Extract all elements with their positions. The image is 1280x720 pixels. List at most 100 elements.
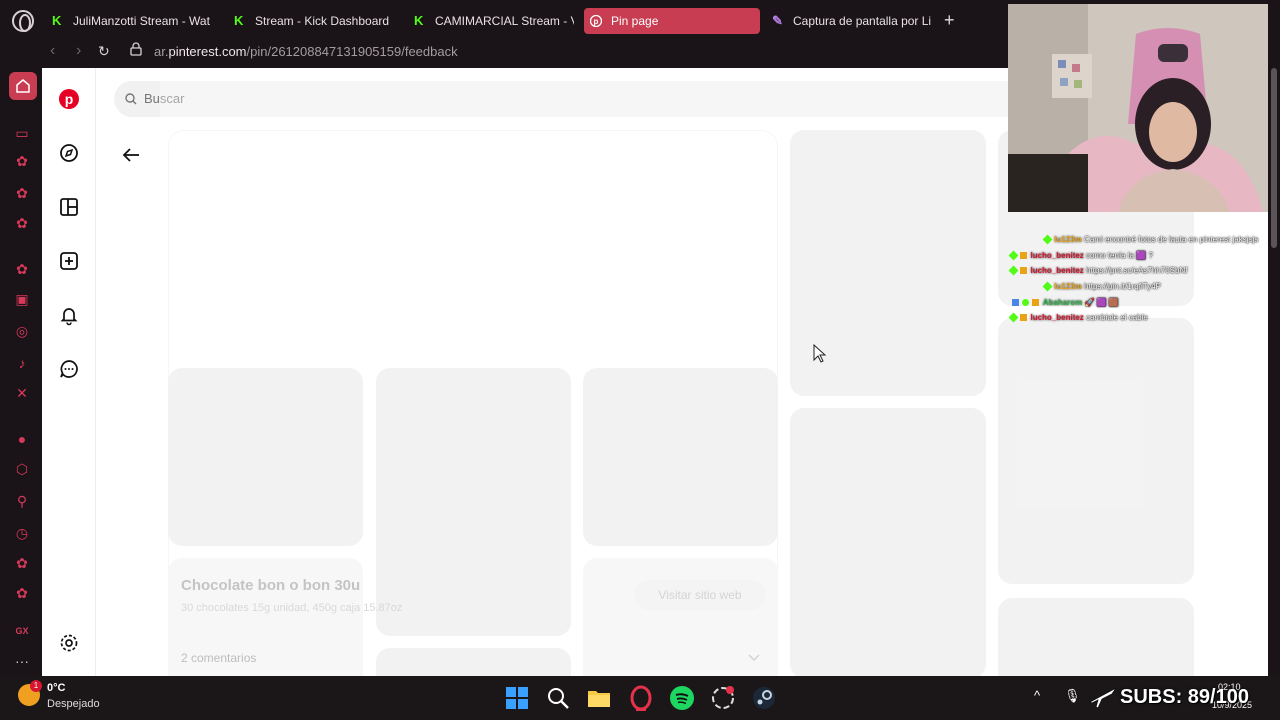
chat-text: Cami encontré fotos de lauta en pinteres… [1084,235,1259,244]
tab-julimanzotti[interactable]: K JuliManzotti Stream - Wat [46,8,216,34]
airplane-logo-icon [1088,682,1118,712]
back-arrow-icon[interactable] [120,144,142,166]
pinterest-icon: p [589,14,603,28]
x-icon[interactable]: ✕ [13,384,31,402]
opera-logo-icon[interactable] [12,10,34,32]
chatgpt-icon[interactable]: ✿ [13,184,31,202]
badge-icon [1032,299,1040,307]
pinterest-logo-icon[interactable]: p [58,88,80,110]
chat-text: cambiale el cable [1086,313,1148,322]
gamepad-icon[interactable]: ▭ [13,124,31,142]
chat-text: https://pin.it/1rqfiTy4P [1084,282,1161,291]
url-field[interactable]: ar.pinterest.com/pin/261208847131905159/… [154,44,458,59]
weather-condition[interactable]: Despejado [47,698,100,710]
scrollbar[interactable] [1268,68,1280,676]
badge-icon [1020,267,1028,275]
tab-label: CAMIMARCIAL Stream - V [435,14,574,28]
chatgpt-icon[interactable] [710,685,736,711]
pen-icon: ✎ [772,13,783,28]
tab-kick-dashboard[interactable]: K Stream - Kick Dashboard [228,8,398,34]
badge-icon [1012,299,1019,307]
chat-message: lucho_benitez cambiale el cable [1008,312,1148,324]
kick-icon: K [234,13,244,28]
more-icon[interactable]: ··· [13,652,31,670]
placeholder-card [376,368,571,636]
search-icon [125,93,137,105]
comments-count[interactable]: 2 comentarios [181,651,256,665]
boards-icon[interactable] [58,196,80,218]
record-icon[interactable]: ● [13,430,31,448]
chat-username: Abaharom [1042,298,1083,307]
windows-start-icon[interactable] [504,685,530,711]
lock-icon[interactable] [130,42,142,61]
messages-icon[interactable] [58,358,80,380]
hexagon-icon[interactable]: ⬡ [13,460,31,478]
pinterest-nav: p [42,68,96,676]
explore-icon[interactable] [58,142,80,164]
notifications-icon[interactable] [58,304,80,326]
tab-label: JuliManzotti Stream - Wat [73,14,210,28]
subs-counter: SUBS: 89/100 [1120,686,1249,708]
chatgpt-icon[interactable]: ✿ [13,260,31,278]
pin-description: 30 chocolates 15g unidad, 450g caja 15.8… [181,602,403,614]
weather-temp[interactable]: 0°C [47,682,65,694]
scrollbar-thumb[interactable] [1271,68,1277,248]
placeholder-card [998,318,1194,584]
tab-pin-page[interactable]: p Pin page [584,8,760,34]
back-icon[interactable]: ‹ [50,42,55,60]
spotify-icon[interactable] [669,685,695,711]
search-icon[interactable] [545,685,571,711]
tab-label: Pin page [611,14,659,28]
badge-icon [1042,234,1053,245]
badge-icon [1008,265,1019,276]
chat-username: lucho_benitez [1030,313,1084,322]
chevron-down-icon[interactable] [748,654,760,662]
gx-icon[interactable]: GX [13,622,31,640]
pin-title: Chocolate bon o bon 30u [181,577,361,594]
tab-label: Stream - Kick Dashboard [255,14,390,28]
badge-icon [1008,312,1019,323]
forward-icon[interactable]: › [76,42,81,60]
taskbar: 1 0°C Despejado ^ 🎙 02:10 10/9/2025 [0,676,1280,720]
reload-icon[interactable]: ↻ [98,43,110,60]
file-explorer-icon[interactable] [586,685,612,711]
visit-site-button[interactable]: Visitar sitio web [634,580,766,610]
chat-username: lucho_benitez [1030,266,1084,275]
tiktok-icon[interactable]: ♪ [13,354,31,372]
badge-icon [1022,299,1030,307]
chatgpt-icon[interactable]: ✿ [13,584,31,602]
chevron-up-icon[interactable]: ^ [1034,688,1040,703]
search-placeholder: Buscar [144,91,185,106]
history-icon[interactable]: ◷ [13,524,31,542]
badge-icon [1020,252,1028,260]
pin-icon[interactable]: ⚲ [13,492,31,510]
microphone-icon[interactable]: 🎙 [1064,688,1081,704]
home-icon[interactable] [9,72,37,100]
opera-sidebar: ▭ ✿ ✿ ✿ ✿ ▣ ◎ ♪ ✕ ● ⬡ ⚲ ◷ ✿ ✿ GX ··· [0,68,42,676]
chat-text: 🚀 🟪 🟫 [1084,298,1119,307]
twitch-icon[interactable]: ▣ [13,290,31,308]
instagram-icon[interactable]: ◎ [13,322,31,340]
opera-gx-icon[interactable] [628,685,654,711]
placeholder-card [583,368,778,546]
badge-icon [1008,250,1019,261]
badge-icon [1020,314,1028,322]
steam-icon[interactable] [751,685,777,711]
new-tab-button[interactable]: + [944,10,955,30]
chatgpt-icon[interactable]: ✿ [13,152,31,170]
placeholder-card [998,598,1194,676]
chat-username: lucho_benitez [1030,251,1084,260]
search-input[interactable]: Buscar [114,81,1074,117]
chat-text: https://pnt.sc/eAs7hh70SbNf [1086,266,1188,275]
svg-text:p: p [65,91,74,107]
webcam-overlay [1008,4,1268,212]
tab-captura[interactable]: ✎ Captura de pantalla por Li [766,8,936,34]
chatgpt-icon[interactable]: ✿ [13,214,31,232]
settings-gear-icon[interactable] [58,632,80,654]
url-path: /pin/261208847131905159/feedback [246,44,458,59]
create-icon[interactable] [58,250,80,272]
url-domain: pinterest.com [168,44,247,59]
chatgpt-icon[interactable]: ✿ [13,554,31,572]
tab-camimarcial[interactable]: K CAMIMARCIAL Stream - V [408,8,574,34]
weather-badge: 1 [30,680,42,692]
